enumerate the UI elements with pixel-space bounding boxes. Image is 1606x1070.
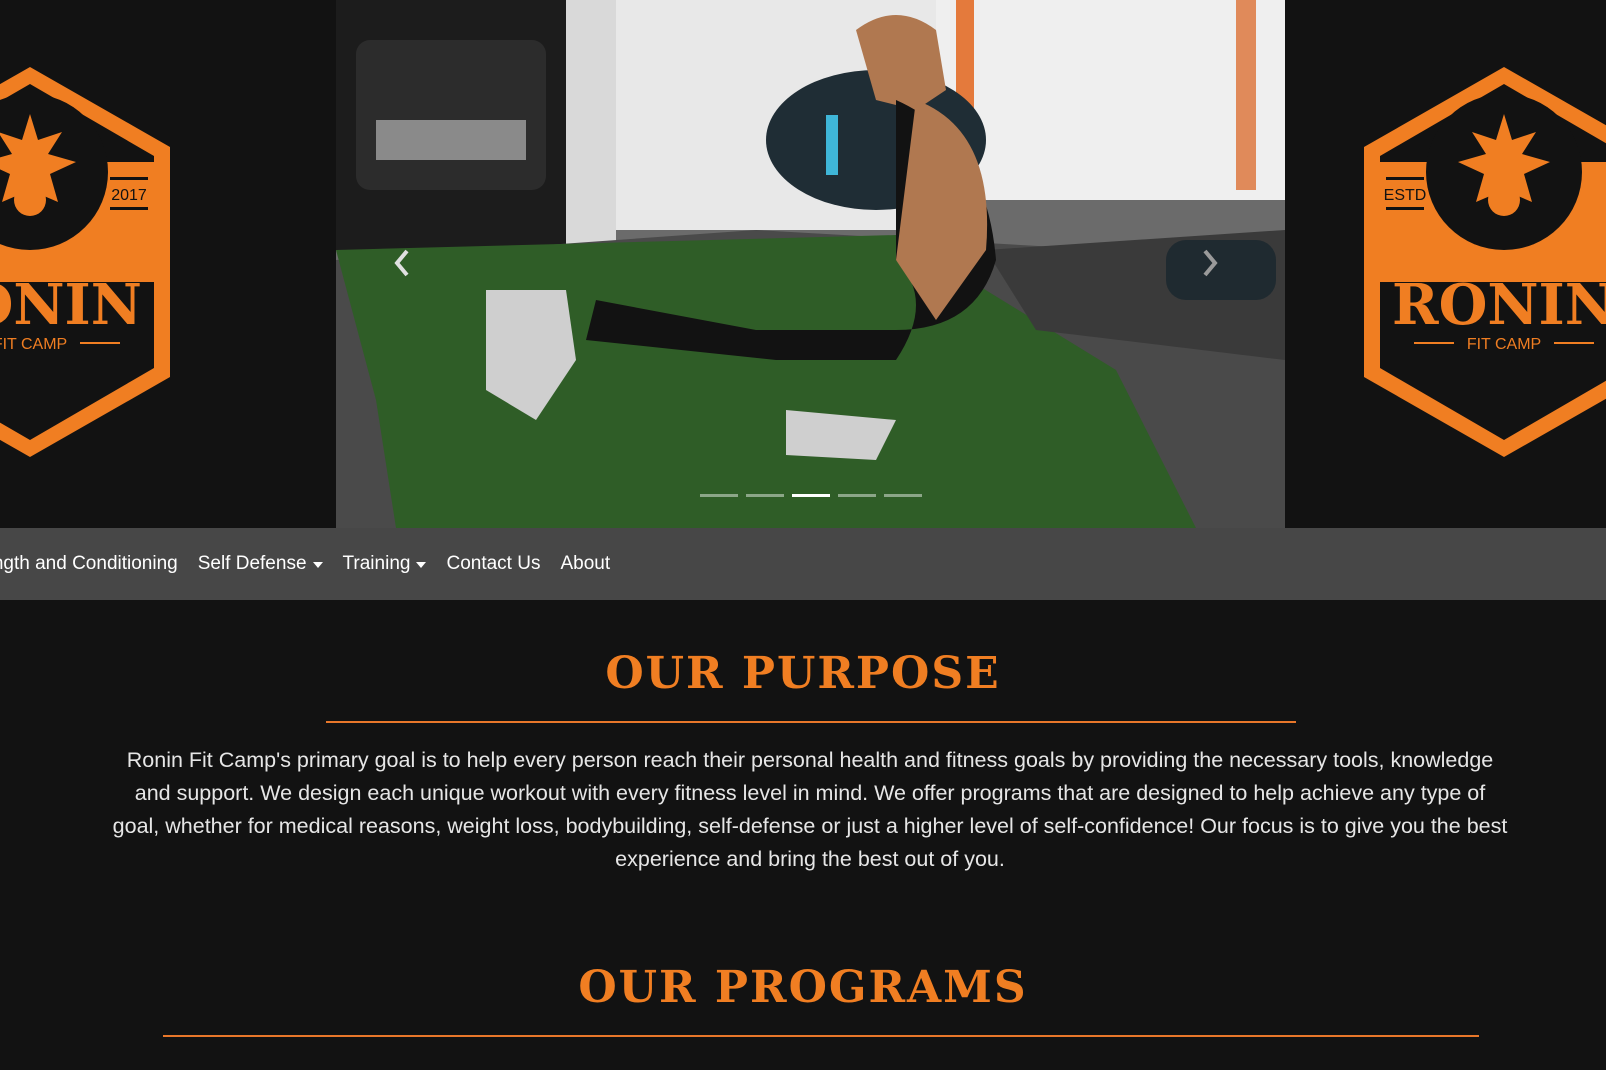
chevron-right-icon — [1203, 249, 1218, 277]
logo-year: 2017 — [111, 187, 147, 204]
logo-name: RONIN — [1392, 272, 1606, 338]
logo-panel-left: 2017 RONIN FIT CAMP — [0, 0, 336, 528]
main-navbar: Strength and Conditioning Self Defense T… — [0, 528, 1606, 600]
nav-item-label: About — [560, 553, 611, 574]
logo-sub: FIT CAMP — [0, 336, 67, 353]
logo-name: RONIN — [0, 272, 142, 338]
programs-heading: OUR PROGRAMS — [578, 962, 1028, 1013]
purpose-divider — [326, 721, 1296, 723]
carousel-slide-image — [336, 0, 1285, 528]
nav-item-about[interactable]: About — [560, 553, 610, 575]
hero-carousel: 2017 RONIN FIT CAMP — [0, 0, 1606, 528]
carousel-indicator-2[interactable] — [746, 494, 784, 497]
logo-sub: FIT CAMP — [1467, 336, 1541, 353]
logo-estd: ESTD — [1384, 187, 1427, 204]
carousel-next-button[interactable] — [1190, 240, 1230, 286]
carousel-indicator-1[interactable] — [700, 494, 738, 497]
ronin-logo: ESTD RONIN FIT CAMP — [1364, 67, 1606, 457]
nav-item-strength-and-conditioning[interactable]: Strength and Conditioning — [0, 553, 178, 575]
carousel-indicator-3[interactable] — [792, 494, 830, 497]
carousel-prev-button[interactable] — [382, 240, 422, 286]
carousel-indicators — [700, 494, 922, 497]
carousel-indicator-4[interactable] — [838, 494, 876, 497]
caret-down-icon — [416, 562, 427, 568]
chevron-left-icon — [394, 249, 409, 277]
purpose-paragraph: Ronin Fit Camp's primary goal is to help… — [112, 748, 1508, 871]
programs-divider — [163, 1035, 1479, 1037]
caret-down-icon — [312, 562, 323, 568]
nav-item-contact-us[interactable]: Contact Us — [446, 553, 540, 575]
nav-item-label: Training — [342, 553, 411, 574]
nav-item-training[interactable]: Training — [343, 553, 427, 575]
purpose-heading: OUR PURPOSE — [605, 648, 1001, 699]
nav-item-self-defense[interactable]: Self Defense — [198, 553, 323, 575]
carousel-indicator-5[interactable] — [884, 494, 922, 497]
nav-item-label: Contact Us — [446, 553, 541, 574]
nav-item-label: Self Defense — [197, 553, 307, 574]
logo-panel-right: ESTD RONIN FIT CAMP — [1284, 0, 1606, 528]
ronin-logo: 2017 RONIN FIT CAMP — [0, 67, 170, 457]
nav-item-label: Strength and Conditioning — [0, 553, 178, 574]
athlete-photo — [336, 0, 1285, 528]
